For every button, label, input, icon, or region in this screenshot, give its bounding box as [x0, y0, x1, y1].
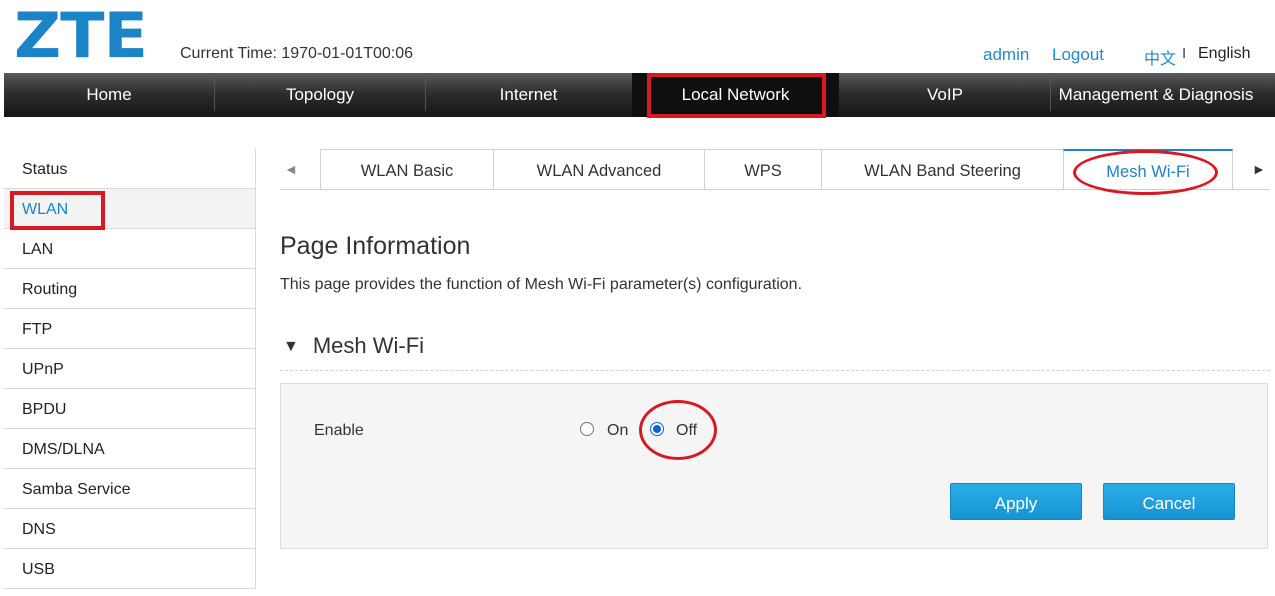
section-header-mesh-wifi[interactable]: ▼ Mesh Wi-Fi [283, 333, 424, 359]
sidebar-item-bpdu[interactable]: BPDU [4, 389, 256, 429]
highlight-local-network [647, 73, 826, 118]
nav-management-diagnosis[interactable]: Management & Diagnosis [1051, 73, 1261, 117]
sidebar-item-dms-dlna[interactable]: DMS/DLNA [4, 429, 256, 469]
sidebar-item-routing[interactable]: Routing [4, 269, 256, 309]
page-title: Page Information [280, 232, 471, 260]
tab-scroll-right-icon[interactable]: ► [1252, 149, 1266, 190]
sidebar-item-upnp[interactable]: UPnP [4, 349, 256, 389]
cancel-button[interactable]: Cancel [1103, 483, 1235, 520]
sidebar-item-samba-service[interactable]: Samba Service [4, 469, 256, 509]
sidebar-item-lan[interactable]: LAN [4, 229, 256, 269]
sidebar-item-ftp[interactable]: FTP [4, 309, 256, 349]
language-chinese-link[interactable]: 中文 [1144, 45, 1176, 69]
page-description: This page provides the function of Mesh … [280, 276, 803, 293]
apply-button[interactable]: Apply [950, 483, 1082, 520]
tab-scroll-left-icon[interactable]: ◄ [284, 149, 298, 190]
enable-label: Enable [314, 422, 364, 439]
language-english-link[interactable]: English [1198, 45, 1250, 63]
nav-internet[interactable]: Internet [426, 73, 631, 117]
nav-home[interactable]: Home [4, 73, 214, 117]
radio-on[interactable] [580, 422, 594, 436]
zte-logo: ZTE [14, 0, 148, 72]
triangle-down-icon: ▼ [283, 338, 299, 355]
nav-topology[interactable]: Topology [215, 73, 425, 117]
sidebar-item-dns[interactable]: DNS [4, 509, 256, 549]
radio-on-label[interactable]: On [607, 422, 628, 440]
tab-wps[interactable]: WPS [704, 149, 822, 189]
logout-link[interactable]: Logout [1052, 45, 1104, 65]
mesh-wifi-panel [280, 383, 1268, 549]
tab-wlan-band-steering[interactable]: WLAN Band Steering [821, 149, 1064, 189]
section-title: Mesh Wi-Fi [312, 333, 425, 358]
admin-link[interactable]: admin [983, 45, 1029, 65]
highlight-off-radio [639, 400, 717, 460]
main-nav: Home Topology Internet Local Network VoI… [4, 73, 1275, 117]
tab-wlan-advanced[interactable]: WLAN Advanced [493, 149, 705, 189]
sidebar-item-usb[interactable]: USB [4, 549, 256, 589]
tab-wlan-basic[interactable]: WLAN Basic [320, 149, 494, 189]
sidebar-item-status[interactable]: Status [4, 149, 256, 189]
nav-voip[interactable]: VoIP [840, 73, 1050, 117]
current-time: Current Time: 1970-01-01T00:06 [180, 45, 414, 62]
section-divider [280, 370, 1270, 371]
highlight-mesh-wifi-tab [1073, 150, 1218, 195]
language-separator: I [1182, 45, 1187, 62]
highlight-wlan [10, 191, 105, 230]
